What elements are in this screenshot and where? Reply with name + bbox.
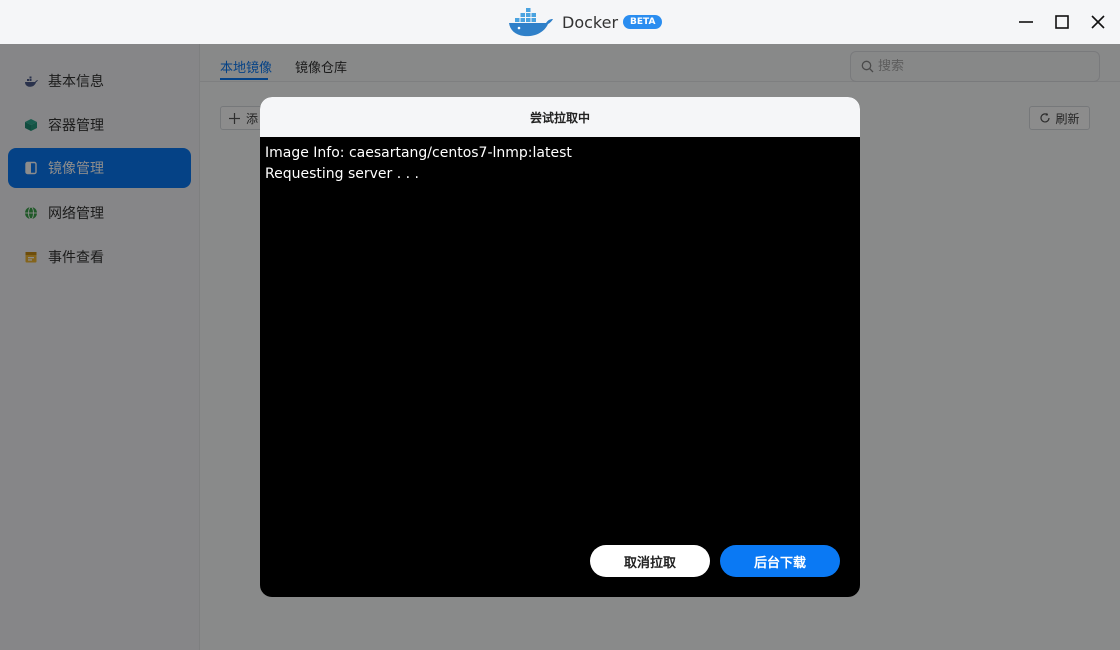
log-line: Requesting server . . .	[265, 166, 419, 182]
dialog-title: 尝试拉取中	[260, 97, 860, 137]
beta-badge: BETA	[623, 15, 663, 29]
log-line: Image Info: caesartang/centos7-lnmp:late…	[265, 145, 572, 161]
docker-logo-icon	[509, 8, 553, 37]
close-icon	[1091, 15, 1105, 29]
close-button[interactable]	[1086, 10, 1110, 34]
cancel-pull-button[interactable]: 取消拉取	[590, 545, 710, 577]
title-bar: Docker BETA	[0, 0, 1120, 44]
minimize-button[interactable]	[1014, 10, 1038, 34]
minimize-icon	[1019, 21, 1033, 23]
log-output: Image Info: caesartang/centos7-lnmp:late…	[260, 137, 860, 191]
maximize-button[interactable]	[1050, 10, 1074, 34]
app-title: Docker	[562, 12, 619, 32]
background-download-button[interactable]: 后台下载	[720, 545, 840, 577]
app-brand: Docker BETA	[506, 6, 663, 38]
pull-dialog: 尝试拉取中 Image Info: caesartang/centos7-lnm…	[260, 97, 860, 597]
maximize-icon	[1055, 15, 1069, 29]
